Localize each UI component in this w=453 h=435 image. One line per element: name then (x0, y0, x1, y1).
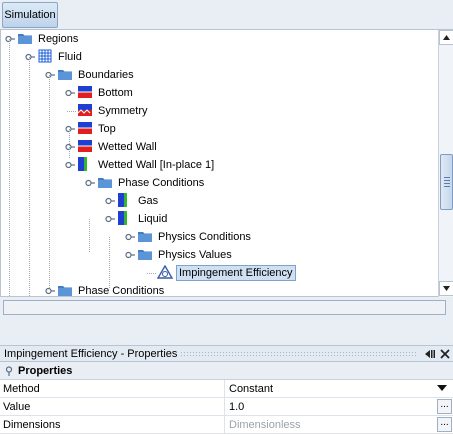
method-select-value[interactable]: Constant (229, 382, 273, 396)
tree-node-label[interactable]: Symmetry (96, 103, 150, 119)
dimensions-field: Dimensionless (229, 419, 301, 431)
tree-node-label[interactable]: Wetted Wall [In-place 1] (96, 157, 216, 173)
wall-boundary-icon (77, 139, 93, 153)
tree-node[interactable]: Phase Conditions (1, 282, 437, 297)
phase-icon (117, 211, 133, 225)
expand-toggle-icon[interactable] (45, 286, 55, 296)
scroll-down-button[interactable] (439, 281, 453, 296)
region-icon (37, 49, 53, 63)
folder-icon (17, 31, 33, 45)
tree-node-label[interactable]: Boundaries (76, 67, 136, 83)
tree-node-label[interactable]: Physics Conditions (156, 229, 253, 245)
property-row-value[interactable]: Value 1.0 ... (0, 398, 453, 416)
minimize-panel-icon[interactable] (424, 348, 436, 360)
expand-toggle-icon[interactable] (85, 178, 95, 188)
property-name: Method (3, 383, 40, 395)
properties-title: Impingement Efficiency - Properties (4, 348, 178, 360)
tree-node-label[interactable]: Phase Conditions (76, 283, 166, 297)
dimensions-ellipsis-button[interactable]: ... (437, 417, 452, 432)
progress-bar (3, 300, 446, 315)
tree-node[interactable]: Top (1, 120, 437, 138)
tree-node[interactable]: Physics Conditions (1, 228, 437, 246)
value-ellipsis-button[interactable]: ... (437, 399, 452, 414)
tree-node-label[interactable]: Impingement Efficiency (176, 265, 296, 281)
tree-vertical-scrollbar[interactable] (438, 30, 453, 297)
symmetry-boundary-icon (77, 103, 93, 117)
scroll-up-button[interactable] (439, 30, 453, 45)
expand-toggle-icon[interactable] (65, 142, 75, 152)
tree-node-label[interactable]: Bottom (96, 85, 135, 101)
expand-toggle-icon[interactable] (5, 34, 15, 44)
simulation-tree: Regions Fluid Boundaries Bottom Symmetry Top W… (1, 30, 437, 297)
tree-node-label[interactable]: Gas (136, 193, 160, 209)
expand-toggle-icon[interactable] (65, 88, 75, 98)
properties-group-label: Properties (18, 365, 73, 377)
arrow-up-icon (443, 35, 450, 40)
tree-node[interactable]: Phase Conditions (1, 174, 437, 192)
tree-node[interactable]: Gas (1, 192, 437, 210)
expand-toggle-icon[interactable] (25, 52, 35, 62)
tree-node[interactable]: Wetted Wall (1, 138, 437, 156)
folder-icon (137, 247, 153, 261)
folder-icon (97, 175, 113, 189)
simulation-tree-panel: Regions Fluid Boundaries Bottom Symmetry Top W… (0, 30, 453, 297)
property-row-method[interactable]: Method Constant (0, 380, 453, 398)
tree-node[interactable]: Fluid (1, 48, 437, 66)
property-name: Dimensions (3, 419, 61, 431)
tree-node-label[interactable]: Phase Conditions (116, 175, 206, 191)
close-panel-icon[interactable] (439, 348, 451, 360)
collapse-toggle-icon[interactable] (4, 366, 14, 376)
expand-toggle-icon[interactable] (125, 250, 135, 260)
tree-node[interactable]: Symmetry (1, 102, 437, 120)
expand-toggle-icon[interactable] (105, 214, 115, 224)
tree-node-label[interactable]: Top (96, 121, 118, 137)
folder-icon (57, 67, 73, 81)
status-area (0, 297, 453, 345)
tree-node-label[interactable]: Fluid (56, 49, 84, 65)
arrow-down-icon (443, 286, 450, 291)
phase-icon (117, 193, 133, 207)
tab-strip: Simulation (0, 0, 453, 30)
expand-toggle-icon[interactable] (65, 160, 75, 170)
tree-node[interactable]: Wetted Wall [In-place 1] (1, 156, 437, 174)
tree-node[interactable]: Physics Values (1, 246, 437, 264)
expand-toggle-icon[interactable] (45, 70, 55, 80)
property-name: Value (3, 401, 31, 413)
wall-boundary-icon (77, 85, 93, 99)
tree-node-label[interactable]: Liquid (136, 211, 169, 227)
expand-toggle-icon[interactable] (125, 232, 135, 242)
tree-node-label[interactable]: Regions (36, 31, 80, 47)
drag-grip[interactable] (180, 351, 417, 357)
folder-icon (137, 229, 153, 243)
tree-node-label[interactable]: Wetted Wall (96, 139, 159, 155)
tree-node[interactable]: Regions (1, 30, 437, 48)
expand-toggle-icon[interactable] (105, 196, 115, 206)
properties-group-row[interactable]: Properties (0, 362, 453, 380)
tree-node[interactable]: Impingement Efficiency (1, 264, 437, 282)
interface-boundary-icon (77, 157, 93, 171)
tree-node[interactable]: Bottom (1, 84, 437, 102)
folder-icon (57, 283, 73, 297)
value-field[interactable]: 1.0 (229, 400, 244, 414)
tree-node[interactable]: Liquid (1, 210, 437, 228)
properties-header: Impingement Efficiency - Properties (0, 345, 453, 362)
wall-boundary-icon (77, 121, 93, 135)
dropdown-arrow-icon[interactable] (437, 385, 447, 392)
physics-value-icon (157, 265, 173, 279)
tree-node[interactable]: Boundaries (1, 66, 437, 84)
tree-node-label[interactable]: Physics Values (156, 247, 234, 263)
scroll-thumb[interactable] (440, 154, 453, 210)
expand-toggle-icon[interactable] (65, 124, 75, 134)
tab-simulation[interactable]: Simulation (2, 2, 58, 28)
property-row-dimensions[interactable]: Dimensions Dimensionless ... (0, 416, 453, 434)
